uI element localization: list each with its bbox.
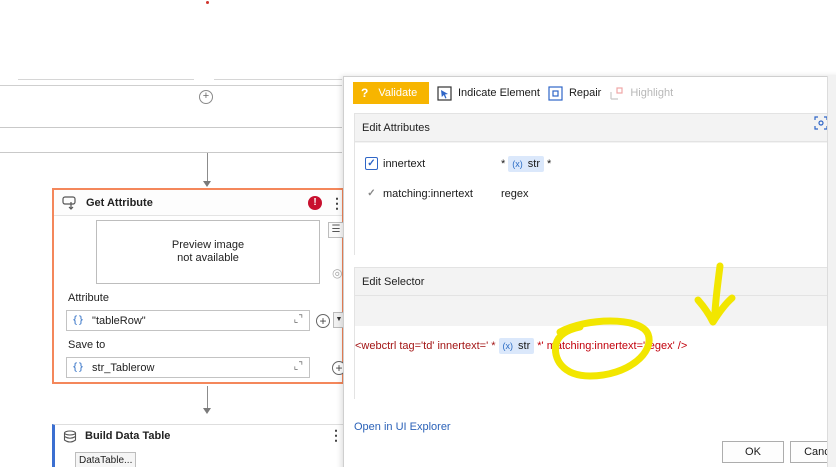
build-data-table-title: Build Data Table — [85, 430, 171, 442]
attribute-name-matching: matching:innertext — [383, 188, 473, 200]
save-to-input[interactable]: {} str_Tablerow ⌞⌝ — [66, 357, 310, 378]
previous-activity-bottom — [0, 70, 342, 86]
innertext-checkbox[interactable]: ✓ — [365, 157, 378, 170]
target-eye-icon[interactable]: ◎ — [332, 266, 342, 280]
attribute-input[interactable]: {} "tableRow" ⌞⌝ — [66, 310, 310, 331]
variable-chip: (x) str — [508, 156, 545, 172]
add-activity-plus-icon[interactable]: + — [199, 90, 213, 104]
selector-editor[interactable]: <webctrl tag='td' innertext=' * (x) str *… — [355, 326, 833, 399]
repair-label: Repair — [568, 87, 602, 99]
previous-activity-edge-right — [214, 70, 342, 80]
attribute-row-matching: ✓ — [365, 187, 378, 200]
target-menu-icon[interactable]: ☰ — [328, 222, 344, 238]
build-data-table-header: Build Data Table — [55, 425, 343, 447]
value-prefix: * — [501, 158, 506, 170]
repair-button[interactable]: Repair — [548, 85, 602, 101]
expression-brace-icon: {} — [72, 315, 85, 326]
expand-editor-icon[interactable]: ⌞⌝ — [294, 361, 303, 372]
save-to-label: Save to — [68, 339, 106, 351]
edit-attributes-body: ✓ innertext * (x) str * ✓ matching:innert… — [355, 143, 833, 255]
activity-more-icon[interactable]: ⋮ — [330, 196, 344, 210]
repair-icon — [548, 85, 563, 101]
validate-label: Validate — [378, 87, 418, 99]
validate-button[interactable]: ? Validate — [353, 82, 429, 104]
attribute-add-icon[interactable]: + — [316, 314, 330, 328]
selector-variable-name: str — [518, 340, 531, 352]
connector-arrow-icon — [203, 181, 211, 187]
preview-image-placeholder: Preview image not available — [96, 220, 320, 284]
get-attribute-icon — [62, 195, 76, 210]
highlight-label: Highlight — [630, 87, 674, 99]
attribute-row-innertext: ✓ — [365, 157, 378, 170]
red-dot-marker — [206, 1, 209, 4]
indicate-element-label: Indicate Element — [458, 87, 540, 99]
datatable-button[interactable]: DataTable... — [75, 452, 137, 467]
edit-selector-section: Edit Selector <webctrl tag='td' innertex… — [354, 267, 834, 399]
attribute-name-innertext: innertext — [383, 158, 426, 170]
variable-icon: (x) — [502, 341, 514, 351]
selection-editor-dialog: ? Validate Indicate Element Repair Highl… — [343, 76, 836, 467]
edit-attributes-section: Edit Attributes ✓ innertext * (x) str * ✓… — [354, 113, 834, 255]
data-table-icon — [63, 429, 77, 443]
edit-selector-title: Edit Selector — [355, 268, 833, 296]
sequence-divider-bottom — [0, 152, 342, 153]
save-to-value: str_Tablerow — [92, 361, 155, 374]
indicate-element-icon — [437, 85, 452, 101]
selector-part-1: <webctrl tag='td' innertext=' * — [355, 340, 496, 352]
selector-text[interactable]: <webctrl tag='td' innertext=' * (x) str *… — [355, 338, 687, 354]
question-icon: ? — [361, 86, 369, 100]
expression-brace-icon: {} — [72, 362, 85, 373]
get-attribute-title: Get Attribute — [86, 196, 153, 209]
error-icon[interactable]: ! — [308, 196, 322, 210]
variable-icon: (x) — [512, 159, 523, 169]
connector-arrow-icon-2 — [203, 408, 211, 414]
expand-editor-icon[interactable]: ⌞⌝ — [294, 314, 303, 325]
connector-line-2 — [207, 386, 208, 408]
attribute-value-innertext[interactable]: * (x) str * — [501, 156, 551, 172]
connector-line — [207, 153, 208, 181]
preview-text-line2: not available — [177, 252, 239, 264]
highlight-button[interactable]: Highlight — [609, 86, 673, 101]
open-in-ui-explorer-link[interactable]: Open in UI Explorer — [354, 421, 451, 433]
get-attribute-header: Get Attribute — [54, 190, 342, 216]
activity-more-icon[interactable]: ⋮ — [329, 428, 343, 442]
value-suffix: * — [547, 158, 552, 170]
sequence-divider-top — [0, 127, 342, 128]
matching-checkbox[interactable]: ✓ — [365, 187, 378, 200]
dialog-toolbar: ? Validate Indicate Element Repair Highl… — [344, 77, 836, 109]
get-attribute-activity[interactable]: Get Attribute ! ⋮ Preview image not avai… — [52, 188, 346, 384]
ok-button[interactable]: OK — [722, 441, 784, 463]
highlight-icon — [610, 86, 623, 100]
preview-text-line1: Preview image — [171, 239, 245, 251]
selector-variable-chip: (x) str — [498, 338, 535, 354]
indicate-element-button[interactable]: Indicate Element — [437, 85, 540, 101]
attribute-label: Attribute — [68, 292, 109, 304]
build-data-table-activity[interactable]: Build Data Table ⋮ DataTable... — [52, 424, 344, 467]
attribute-value-matching[interactable]: regex — [501, 188, 529, 200]
edit-attributes-title: Edit Attributes — [355, 114, 833, 142]
previous-activity-edge — [18, 70, 194, 80]
right-scroll-strip[interactable] — [827, 76, 836, 467]
variable-name: str — [527, 158, 541, 170]
attribute-value: "tableRow" — [92, 314, 146, 327]
selector-part-2: *' matching:innertext='regex' /> — [537, 340, 688, 352]
